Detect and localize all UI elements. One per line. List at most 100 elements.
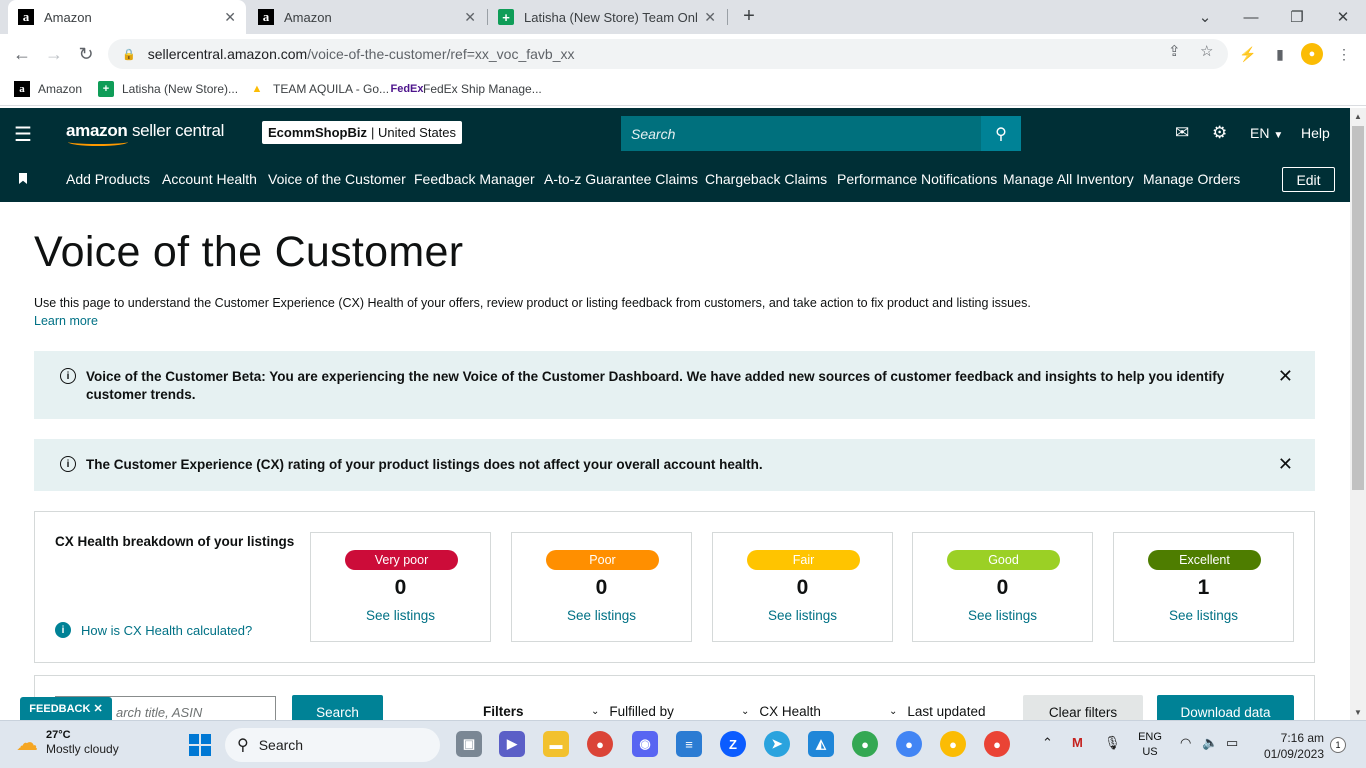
scroll-thumb[interactable] <box>1352 126 1364 490</box>
battery-icon[interactable]: ▭ <box>1226 735 1238 751</box>
tab-separator <box>727 9 728 25</box>
mail-icon[interactable]: ✉ <box>1175 123 1189 143</box>
file-explorer-icon[interactable]: ▬ <box>543 731 569 757</box>
close-window-icon[interactable]: ✕ <box>1320 0 1366 34</box>
scroll-up-icon[interactable]: ▲ <box>1354 112 1362 121</box>
notepad-icon[interactable]: ≡ <box>676 731 702 757</box>
feedback-tab[interactable]: FEEDBACK ✕ <box>20 697 112 720</box>
antivirus-icon[interactable]: M <box>1072 735 1083 750</box>
page-scrollbar[interactable]: ▲ ▼ <box>1350 108 1366 722</box>
nav-item-voice-of-customer[interactable]: Voice of the Customer <box>268 171 406 187</box>
chrome-profile-icon[interactable]: ● <box>852 731 878 757</box>
microphone-icon[interactable]: 🎙 <box>1104 735 1121 751</box>
store-switcher[interactable]: EcommShopBiz | United States <box>262 121 463 144</box>
chrome-profile-icon[interactable]: ● <box>896 731 922 757</box>
windows-start-icon[interactable] <box>189 734 211 756</box>
cx-health-dropdown[interactable]: ⌄ CX Health <box>741 704 821 719</box>
amazon-smile-icon <box>68 138 128 146</box>
restore-icon[interactable]: ❐ <box>1274 0 1320 34</box>
weather-widget[interactable]: ☁ 27°C Mostly cloudy <box>16 729 119 756</box>
sheets-favicon-icon: + <box>98 81 114 97</box>
download-data-button[interactable]: Download data <box>1157 695 1294 722</box>
bookmark-item[interactable]: FedEx FedEx Ship Manage... <box>391 81 542 97</box>
learn-more-link[interactable]: Learn more <box>34 314 98 328</box>
forward-icon[interactable]: → <box>40 40 68 68</box>
nav-item-add-products[interactable]: Add Products <box>66 171 150 187</box>
lock-icon[interactable]: 🔒 <box>122 48 136 61</box>
tab-close-icon[interactable]: ✕ <box>464 9 476 26</box>
volume-icon[interactable]: 🔈 <box>1202 735 1218 751</box>
taskbar-clock[interactable]: 7:16 am 01/09/2023 <box>1258 730 1324 762</box>
reload-icon[interactable]: ↻ <box>72 40 100 68</box>
chrome-profile-icon[interactable]: ● <box>984 731 1010 757</box>
edit-nav-button[interactable]: Edit <box>1282 167 1335 192</box>
see-listings-link[interactable]: See listings <box>1114 608 1293 623</box>
see-listings-link[interactable]: See listings <box>713 608 892 623</box>
see-listings-link[interactable]: See listings <box>913 608 1092 623</box>
browser-tab[interactable]: + Latisha (New Store) Team Only - G ✕ <box>488 0 726 34</box>
zoom-icon[interactable]: Z <box>720 731 746 757</box>
telegram-icon[interactable]: ➤ <box>764 731 790 757</box>
tab-title: Amazon <box>44 9 92 25</box>
chevron-up-icon[interactable]: ⌃ <box>1042 735 1053 751</box>
seller-central-logo[interactable]: amazon seller central <box>66 121 225 146</box>
last-updated-dropdown[interactable]: ⌄ Last updated <box>889 704 985 719</box>
search-icon[interactable]: ⚲ <box>981 116 1021 151</box>
help-link[interactable]: Help <box>1301 125 1330 141</box>
discord-icon[interactable]: ◉ <box>632 731 658 757</box>
address-bar[interactable]: 🔒 sellercentral.amazon.com/voice-of-the-… <box>108 39 1228 69</box>
bookmark-item[interactable]: + Latisha (New Store)... <box>98 81 238 97</box>
see-listings-link[interactable]: See listings <box>311 608 490 623</box>
chrome-profile-icon[interactable]: ● <box>940 731 966 757</box>
profile-avatar-icon[interactable]: ● <box>1301 43 1323 65</box>
photos-icon[interactable]: ◭ <box>808 731 834 757</box>
tab-close-icon[interactable]: ✕ <box>704 9 716 26</box>
back-icon[interactable]: ← <box>8 40 36 68</box>
hamburger-menu-icon[interactable]: ☰ <box>14 122 32 147</box>
chevron-down-icon: ⌄ <box>591 706 600 717</box>
browser-tab[interactable]: a Amazon ✕ <box>248 0 486 34</box>
bookmark-star-icon[interactable]: ☆ <box>1200 42 1213 60</box>
search-input[interactable]: Search <box>621 116 981 151</box>
menu-kebab-icon[interactable]: ⋮ <box>1333 43 1355 65</box>
minimize-icon[interactable]: — <box>1228 0 1274 34</box>
notification-badge[interactable]: 1 <box>1330 737 1346 753</box>
nav-item-account-health[interactable]: Account Health <box>162 171 257 187</box>
gear-icon[interactable]: ⚙ <box>1212 123 1227 143</box>
language-selector[interactable]: EN ▼ <box>1250 125 1283 141</box>
fulfilled-by-dropdown[interactable]: ⌄ Fulfilled by <box>591 704 674 719</box>
search-button[interactable]: Search <box>292 695 383 722</box>
input-language[interactable]: ENG US <box>1138 730 1162 760</box>
nav-item-manage-inventory[interactable]: Manage All Inventory <box>1003 171 1134 187</box>
close-icon[interactable]: ✕ <box>1278 454 1293 475</box>
nav-item-performance-notifications[interactable]: Performance Notifications <box>837 171 997 187</box>
close-icon[interactable]: ✕ <box>1278 366 1293 387</box>
share-icon[interactable]: ⇪ <box>1168 42 1181 60</box>
rating-very-poor: Very poor 0 See listings <box>310 532 491 642</box>
nav-item-atoz-claims[interactable]: A-to-z Guarantee Claims <box>544 171 698 187</box>
teams-icon[interactable]: ▶ <box>499 731 525 757</box>
logo-seller-central: seller central <box>131 121 225 140</box>
scroll-down-icon[interactable]: ▼ <box>1354 708 1362 717</box>
chrome-icon[interactable]: ● <box>587 731 613 757</box>
nav-item-feedback-manager[interactable]: Feedback Manager <box>414 171 535 187</box>
extension-icon[interactable]: ⚡ <box>1237 43 1259 65</box>
nav-item-chargeback-claims[interactable]: Chargeback Claims <box>705 171 827 187</box>
see-listings-link[interactable]: See listings <box>512 608 691 623</box>
bookmark-item[interactable]: ▲ TEAM AQUILA - Go... <box>249 81 390 97</box>
browser-tab[interactable]: a Amazon ✕ <box>8 0 246 34</box>
nav-item-manage-orders[interactable]: Manage Orders <box>1143 171 1240 187</box>
bookmark-icon[interactable] <box>19 173 27 184</box>
cx-health-help-link[interactable]: i How is CX Health calculated? <box>55 622 252 638</box>
clear-filters-button[interactable]: Clear filters <box>1023 695 1143 722</box>
tab-close-icon[interactable]: ✕ <box>224 9 236 26</box>
bookmark-item[interactable]: a Amazon <box>14 81 82 97</box>
taskbar-search[interactable]: ⚲ Search <box>225 728 440 762</box>
cx-alert: i The Customer Experience (CX) rating of… <box>34 439 1315 491</box>
new-tab-icon[interactable]: + <box>737 4 761 28</box>
weather-temp: 27°C <box>46 729 71 741</box>
side-panel-icon[interactable]: ▮ <box>1269 43 1291 65</box>
wifi-icon[interactable]: ◠ <box>1180 735 1191 751</box>
tab-search-icon[interactable]: ⌄ <box>1182 0 1228 34</box>
task-view-icon[interactable]: ▣ <box>456 731 482 757</box>
